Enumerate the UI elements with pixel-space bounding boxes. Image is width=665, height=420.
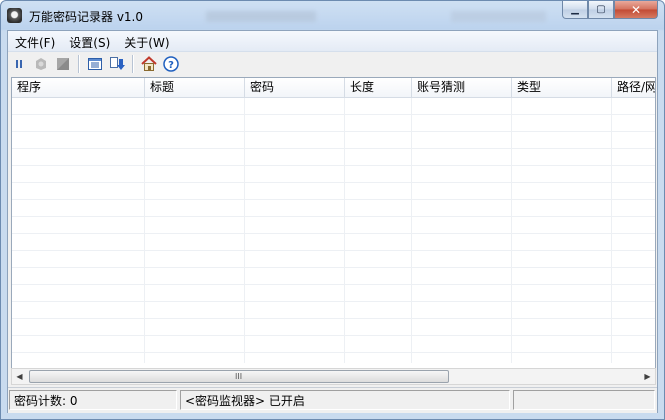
status-bar: 密码计数: 0 <密码监视器> 已开启 — [8, 387, 657, 413]
maximize-button[interactable]: ▢ — [588, 1, 614, 19]
table-header: 程序 标题 密码 长度 账号猜测 类型 路径/网 — [12, 78, 655, 98]
title-bar[interactable]: 万能密码记录器 v1.0 ▁ ▢ ✕ — [1, 1, 664, 30]
table-body[interactable] — [12, 98, 655, 368]
column-header-type[interactable]: 类型 — [512, 78, 612, 97]
toolbar-separator — [78, 55, 80, 73]
pause-icon[interactable] — [11, 56, 27, 72]
grid-line — [411, 98, 412, 363]
column-header-password[interactable]: 密码 — [245, 78, 345, 97]
blurred-text — [206, 11, 316, 22]
menu-about[interactable]: 关于(W) — [117, 31, 176, 51]
toolbar: ? — [8, 52, 657, 76]
help-icon[interactable]: ? — [163, 56, 179, 72]
svg-text:?: ? — [168, 60, 174, 71]
monitor-status: <密码监视器> 已开启 — [180, 390, 510, 410]
close-icon: ✕ — [630, 2, 642, 17]
column-header-account-guess[interactable]: 账号猜测 — [412, 78, 512, 97]
minimize-icon: ▁ — [571, 4, 579, 15]
app-icon[interactable] — [7, 8, 22, 23]
status-extra — [513, 390, 655, 410]
password-count: 密码计数: 0 — [9, 390, 177, 410]
caption-buttons: ▁ ▢ ✕ — [562, 1, 658, 20]
client-area: 文件(F) 设置(S) 关于(W) ? 程序 标题 密码 长度 账号猜测 类型 … — [7, 30, 658, 413]
column-header-path[interactable]: 路径/网 — [612, 78, 655, 97]
scrollbar-grip: III — [235, 372, 243, 381]
toolbar-separator — [132, 55, 134, 73]
window-title: 万能密码记录器 v1.0 — [29, 10, 144, 24]
menu-file[interactable]: 文件(F) — [8, 31, 62, 51]
grid-line — [344, 98, 345, 363]
password-table[interactable]: 程序 标题 密码 长度 账号猜测 类型 路径/网 — [11, 77, 656, 369]
column-header-title[interactable]: 标题 — [145, 78, 245, 97]
main-window: 万能密码记录器 v1.0 ▁ ▢ ✕ 文件(F) 设置(S) 关于(W) ? 程… — [0, 0, 665, 420]
menu-settings[interactable]: 设置(S) — [62, 31, 117, 51]
column-header-program[interactable]: 程序 — [12, 78, 145, 97]
minimize-button[interactable]: ▁ — [562, 1, 588, 19]
list-view-icon[interactable] — [87, 56, 103, 72]
blurred-text — [451, 11, 546, 22]
home-icon[interactable] — [141, 56, 157, 72]
grid-line — [511, 98, 512, 363]
maximize-icon: ▢ — [596, 4, 606, 15]
grid-line — [611, 98, 612, 363]
clear-icon[interactable] — [33, 56, 49, 72]
stop-icon[interactable] — [55, 56, 71, 72]
column-header-length[interactable]: 长度 — [345, 78, 412, 97]
menu-bar: 文件(F) 设置(S) 关于(W) — [8, 31, 657, 52]
scroll-left-icon[interactable]: ◀ — [12, 369, 27, 384]
horizontal-scrollbar[interactable]: ◀ III ▶ — [11, 368, 656, 385]
close-button[interactable]: ✕ — [614, 1, 658, 19]
export-icon[interactable] — [109, 56, 125, 72]
scrollbar-thumb[interactable]: III — [29, 370, 449, 383]
scroll-right-icon[interactable]: ▶ — [640, 369, 655, 384]
grid-line — [244, 98, 245, 363]
grid-line — [144, 98, 145, 363]
